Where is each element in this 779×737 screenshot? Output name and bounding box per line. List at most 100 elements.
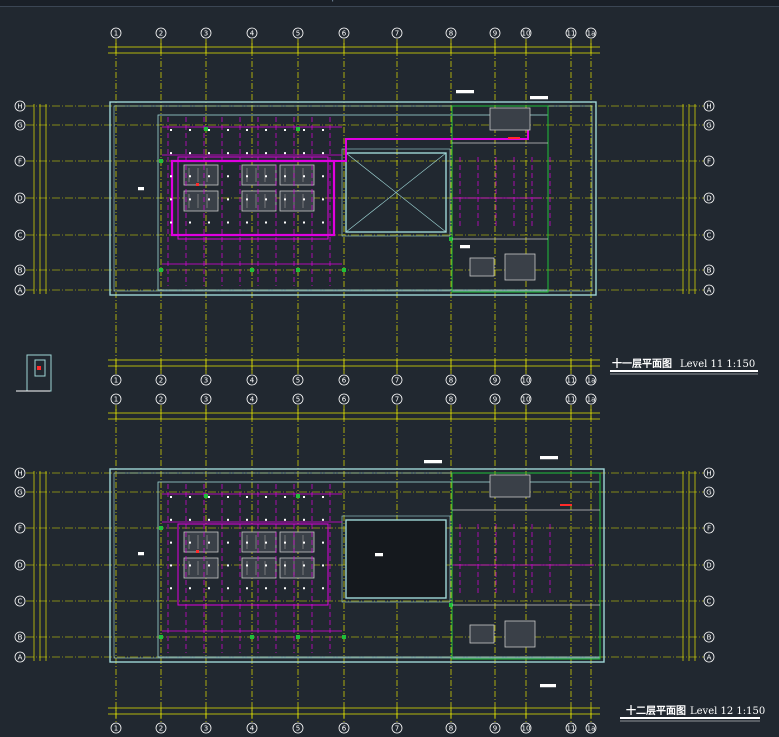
terminal bbox=[189, 496, 191, 498]
red-accent bbox=[560, 504, 572, 506]
device bbox=[159, 268, 163, 272]
axis-label-row: A bbox=[707, 287, 712, 295]
terminal bbox=[246, 541, 248, 544]
axis-label-col: 1a bbox=[587, 396, 596, 404]
terminal bbox=[227, 496, 229, 498]
axis-label-col: 7 bbox=[395, 396, 399, 404]
terminal bbox=[170, 129, 172, 131]
terminal bbox=[170, 175, 172, 178]
axis-label-row: D bbox=[706, 195, 711, 203]
terminal bbox=[322, 541, 324, 544]
terminal bbox=[322, 221, 324, 224]
axis-label-row: A bbox=[18, 654, 23, 662]
axis-label-col: 7 bbox=[395, 377, 399, 385]
terminal bbox=[322, 564, 324, 567]
cad-viewport[interactable]: + 1 1 2 2 3 3 4 4 5 5 6 6 7 7 8 8 9 9 10 10 11 11 1a 1a H H G G F F D D… bbox=[0, 0, 779, 737]
axis-label-col: 5 bbox=[296, 30, 300, 38]
axis-label-col: 3 bbox=[204, 396, 208, 404]
axis-label-col: 10 bbox=[522, 396, 531, 404]
axis-label-row: B bbox=[18, 267, 23, 275]
terminal bbox=[189, 198, 191, 201]
title-level-12-cn: 十二层平面图 bbox=[626, 704, 686, 717]
axis-label-col: 1a bbox=[587, 725, 596, 733]
device bbox=[296, 635, 300, 639]
red-accent bbox=[196, 183, 199, 186]
axis-label-col: 11 bbox=[567, 396, 576, 404]
device bbox=[159, 526, 163, 530]
terminal bbox=[170, 564, 172, 567]
terminal bbox=[265, 152, 267, 155]
axis-label-col: 11 bbox=[567, 377, 576, 385]
axis-label-row: D bbox=[17, 562, 22, 570]
axis-label-col: 10 bbox=[522, 725, 531, 733]
terminal bbox=[284, 198, 286, 201]
axis-label-col: 1 bbox=[114, 396, 118, 404]
axis-label-col: 9 bbox=[493, 725, 497, 733]
axis-label-col: 2 bbox=[159, 30, 163, 38]
terminal bbox=[208, 198, 210, 201]
axis-label-col: 7 bbox=[395, 725, 399, 733]
terminal bbox=[303, 152, 305, 155]
axis-label-col: 3 bbox=[204, 377, 208, 385]
terminal bbox=[208, 518, 210, 521]
axis-label-col: 6 bbox=[342, 725, 347, 733]
terminal bbox=[303, 518, 305, 521]
terminal bbox=[303, 175, 305, 178]
terminal bbox=[170, 198, 172, 201]
red-accent bbox=[508, 137, 520, 139]
terminal bbox=[246, 175, 248, 178]
axis-label-row: C bbox=[707, 598, 712, 606]
terminal bbox=[284, 564, 286, 567]
axis-label-row: B bbox=[18, 634, 23, 642]
terminal bbox=[227, 587, 229, 590]
device bbox=[296, 268, 300, 272]
axis-label-col: 2 bbox=[159, 725, 163, 733]
axis-label-col: 10 bbox=[522, 30, 531, 38]
terminal bbox=[246, 518, 248, 521]
axis-label-row: B bbox=[707, 267, 712, 275]
axis-label-col: 5 bbox=[296, 377, 300, 385]
device bbox=[296, 127, 300, 131]
axis-label-col: 1 bbox=[114, 377, 118, 385]
axis-label-col: 9 bbox=[493, 396, 497, 404]
leader-tag bbox=[138, 187, 144, 190]
leader-tag bbox=[460, 245, 470, 248]
terminal bbox=[265, 496, 267, 498]
terminal bbox=[227, 518, 229, 521]
terminal bbox=[284, 129, 286, 131]
axis-label-row: H bbox=[17, 103, 22, 111]
terminal bbox=[170, 221, 172, 224]
terminal bbox=[322, 175, 324, 178]
axis-label-col: 3 bbox=[204, 30, 208, 38]
axis-label-row: A bbox=[18, 287, 23, 295]
axis-label-col: 1 bbox=[114, 725, 118, 733]
device bbox=[159, 635, 163, 639]
axis-label-row: F bbox=[18, 525, 22, 533]
axis-label-col: 8 bbox=[449, 725, 453, 733]
terminal bbox=[303, 129, 305, 131]
terminal bbox=[322, 496, 324, 498]
terminal bbox=[208, 541, 210, 544]
axis-label-col: 6 bbox=[342, 30, 347, 38]
terminal bbox=[208, 496, 210, 498]
terminal bbox=[303, 587, 305, 590]
leader-tag bbox=[375, 553, 383, 556]
axis-label-col: 6 bbox=[342, 396, 347, 404]
terminal bbox=[189, 175, 191, 178]
terminal bbox=[265, 587, 267, 590]
terminal bbox=[265, 518, 267, 521]
service-room bbox=[504, 620, 536, 648]
service-room bbox=[469, 624, 495, 644]
terminal bbox=[265, 221, 267, 224]
terminal bbox=[170, 518, 172, 521]
axis-label-col: 2 bbox=[159, 396, 163, 404]
leader-tag bbox=[540, 684, 556, 687]
axis-label-row: F bbox=[707, 158, 711, 166]
terminal bbox=[227, 175, 229, 178]
drawing-canvas[interactable]: 112233445566778899101011111a1aH HG GF FD DC C… bbox=[0, 0, 779, 737]
terminal bbox=[284, 152, 286, 155]
floor-plan-level-12: 112233445566778899101011111a1aH HG GF FD DC C… bbox=[14, 393, 715, 734]
terminal bbox=[265, 541, 267, 544]
terminal bbox=[170, 541, 172, 544]
terminal bbox=[208, 129, 210, 131]
